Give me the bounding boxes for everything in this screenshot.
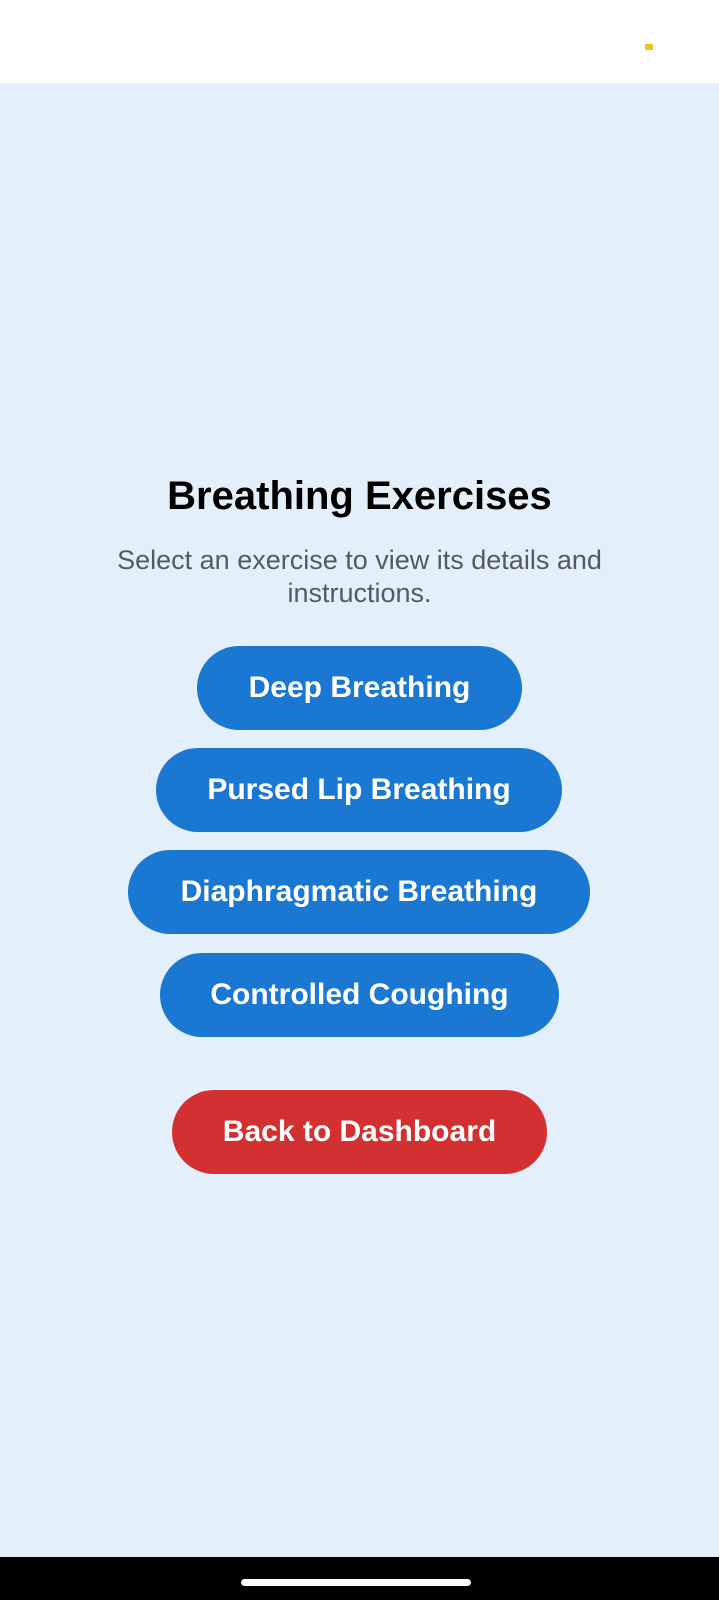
pursed-lip-breathing-button[interactable]: Pursed Lip Breathing bbox=[156, 748, 562, 832]
status-bar bbox=[0, 0, 719, 83]
page-title: Breathing Exercises bbox=[167, 474, 552, 518]
page-subtitle: Select an exercise to view its details a… bbox=[117, 545, 602, 608]
diaphragmatic-breathing-button[interactable]: Diaphragmatic Breathing bbox=[128, 850, 590, 934]
controlled-coughing-button[interactable]: Controlled Coughing bbox=[160, 953, 559, 1037]
deep-breathing-button[interactable]: Deep Breathing bbox=[197, 646, 522, 730]
status-dot-icon bbox=[645, 44, 653, 50]
back-to-dashboard-button[interactable]: Back to Dashboard bbox=[172, 1090, 547, 1174]
home-indicator[interactable] bbox=[241, 1579, 471, 1586]
